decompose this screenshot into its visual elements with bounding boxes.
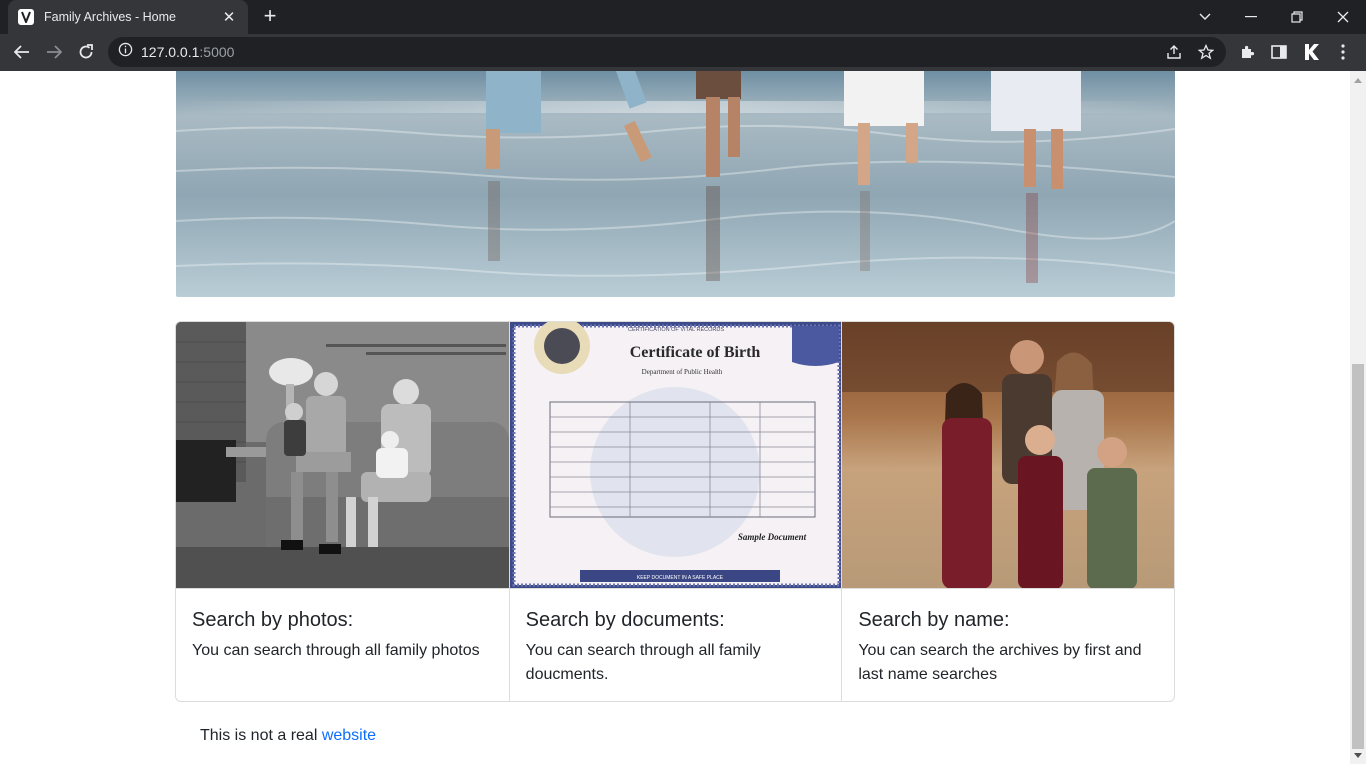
footer-text: This is not a real	[200, 727, 322, 744]
bookmark-star-icon[interactable]	[1197, 43, 1215, 65]
cert-title-text: Certificate of Birth	[629, 344, 760, 361]
footer-website-link[interactable]: website	[322, 727, 376, 744]
card-title: Search by photos:	[192, 609, 354, 631]
card-text: You can search through all family photos	[192, 642, 480, 659]
new-tab-button[interactable]: +	[258, 5, 282, 28]
scroll-up-icon[interactable]	[1350, 73, 1366, 87]
forward-icon[interactable]	[40, 38, 68, 66]
footer-disclaimer: This is not a real website	[200, 727, 376, 745]
browser-tab[interactable]: Family Archives - Home ✕	[8, 0, 248, 34]
documents-card[interactable]: CERTIFICATION OF VITAL RECORDS Certifica…	[508, 322, 842, 701]
cert-sample-text: Sample Document	[738, 532, 807, 542]
cert-dept-text: Department of Public Health	[641, 368, 722, 376]
url-port: :5000	[199, 44, 235, 60]
card-text: You can search through all family doucme…	[525, 642, 761, 683]
url-host: 127.0.0.1	[141, 44, 200, 60]
page-viewport: Search by photos: You can search through…	[0, 71, 1350, 764]
site-info-icon[interactable]	[118, 42, 133, 62]
menu-kebab-icon[interactable]	[1329, 38, 1357, 66]
vintage-family-photo	[176, 322, 509, 589]
scroll-down-icon[interactable]	[1350, 748, 1366, 762]
card-title: Search by documents:	[525, 609, 725, 631]
card-title: Search by name:	[858, 609, 1010, 631]
scroll-thumb[interactable]	[1352, 364, 1364, 749]
side-panel-icon[interactable]	[1265, 38, 1293, 66]
site-favicon-icon	[18, 9, 34, 25]
card-text: You can search the archives by first and…	[858, 642, 1142, 683]
back-icon[interactable]	[8, 38, 36, 66]
extensions-icon[interactable]	[1233, 38, 1261, 66]
restore-button[interactable]	[1274, 0, 1320, 34]
cert-header-text: CERTIFICATION OF VITAL RECORDS	[628, 327, 724, 333]
reload-icon[interactable]	[72, 38, 100, 66]
tab-search-icon[interactable]	[1182, 0, 1228, 34]
tab-title: Family Archives - Home	[44, 10, 176, 24]
profile-k-icon[interactable]	[1297, 38, 1325, 66]
birth-certificate-image: CERTIFICATION OF VITAL RECORDS Certifica…	[509, 322, 842, 589]
family-portrait-image	[842, 322, 1174, 589]
photos-card[interactable]: Search by photos: You can search through…	[176, 322, 509, 701]
cert-footer-text: KEEP DOCUMENT IN A SAFE PLACE	[637, 575, 724, 581]
browser-tab-strip: Family Archives - Home ✕ +	[0, 0, 1366, 34]
close-window-button[interactable]	[1320, 0, 1366, 34]
share-icon[interactable]	[1166, 44, 1182, 65]
address-bar[interactable]: 127.0.0.1:5000	[108, 37, 1226, 67]
search-card-group: Search by photos: You can search through…	[175, 321, 1175, 702]
browser-toolbar: 127.0.0.1:5000	[0, 34, 1366, 71]
tab-close-icon[interactable]: ✕	[220, 8, 238, 26]
minimize-button[interactable]	[1228, 0, 1274, 34]
hero-beach-image	[176, 71, 1175, 297]
name-card[interactable]: Search by name: You can search the archi…	[841, 322, 1174, 701]
page-scrollbar[interactable]	[1350, 71, 1366, 764]
